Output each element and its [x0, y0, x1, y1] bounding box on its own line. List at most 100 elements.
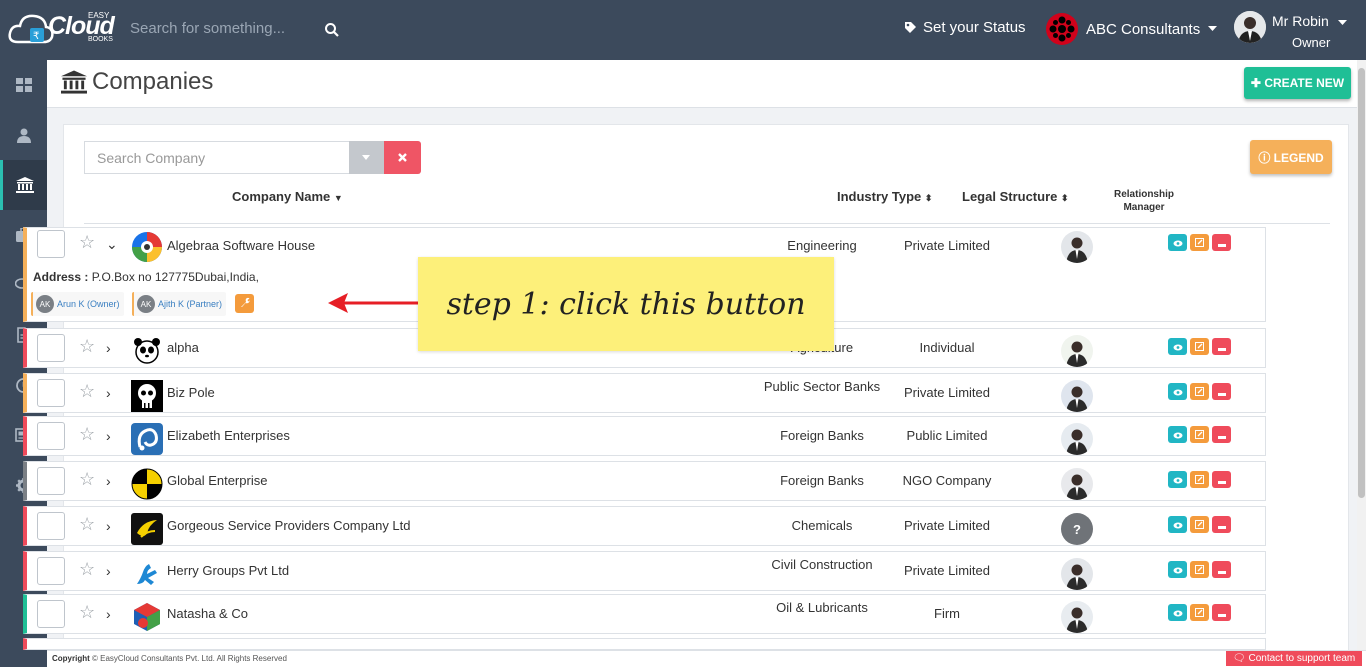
favorite-star-icon[interactable]: ☆ — [79, 336, 95, 357]
create-new-button[interactable]: ✚ CREATE NEW — [1244, 67, 1351, 99]
edit-button[interactable] — [1190, 338, 1209, 355]
delete-button[interactable] — [1212, 234, 1231, 251]
relationship-manager-avatar[interactable] — [1061, 335, 1093, 367]
edit-icon — [1195, 342, 1204, 351]
contact-chip[interactable]: AK Ajith K (Partner) — [132, 292, 227, 316]
rm-header-line2: Manager — [1123, 202, 1165, 213]
delete-button[interactable] — [1212, 471, 1231, 488]
table-row[interactable]: ☆ › Gorgeous Service Providers Company Ltd… — [23, 506, 1266, 546]
favorite-star-icon[interactable]: ☆ — [79, 602, 95, 623]
view-button[interactable] — [1168, 338, 1187, 355]
company-name[interactable]: Elizabeth Enterprises — [167, 428, 290, 443]
relationship-manager-avatar[interactable] — [1061, 601, 1093, 633]
row-checkbox[interactable] — [37, 334, 65, 362]
page-header: Companies ✚ CREATE NEW — [47, 60, 1357, 108]
search-dropdown-button[interactable] — [349, 141, 384, 174]
relationship-manager-avatar[interactable] — [1061, 231, 1093, 263]
contact-initials-avatar: AK — [36, 295, 54, 313]
search-icon[interactable] — [324, 22, 340, 38]
company-selector[interactable]: ABC Consultants — [1046, 13, 1218, 45]
row-checkbox[interactable] — [37, 422, 65, 450]
favorite-star-icon[interactable]: ☆ — [79, 559, 95, 580]
sidebar-item-companies[interactable] — [0, 160, 47, 210]
chevron-right-icon[interactable]: › — [106, 518, 111, 534]
edit-button[interactable] — [1190, 604, 1209, 621]
favorite-star-icon[interactable]: ☆ — [79, 469, 95, 490]
table-row[interactable]: ☆ › Elizabeth Enterprises Foreign Banks Publ… — [23, 416, 1266, 456]
relationship-manager-avatar[interactable] — [1061, 380, 1093, 412]
delete-button[interactable] — [1212, 383, 1231, 400]
chevron-right-icon[interactable]: › — [106, 563, 111, 579]
delete-button[interactable] — [1212, 516, 1231, 533]
favorite-star-icon[interactable]: ☆ — [79, 424, 95, 445]
column-header-legal-structure[interactable]: Legal Structure ⬍ — [962, 189, 1069, 204]
row-checkbox[interactable] — [37, 600, 65, 628]
relationship-manager-avatar[interactable] — [1061, 423, 1093, 455]
delete-button[interactable] — [1212, 338, 1231, 355]
view-button[interactable] — [1168, 604, 1187, 621]
column-header-industry-type[interactable]: Industry Type ⬍ — [837, 189, 932, 204]
row-checkbox[interactable] — [37, 557, 65, 585]
favorite-star-icon[interactable]: ☆ — [79, 381, 95, 402]
table-row[interactable]: ☆ › Biz Pole Public Sector Banks Private Lim… — [23, 373, 1266, 413]
company-name[interactable]: alpha — [167, 340, 199, 355]
contact-chip[interactable]: AK Arun K (Owner) — [31, 292, 124, 316]
row-checkbox[interactable] — [37, 230, 65, 258]
page-scrollbar[interactable] — [1357, 60, 1366, 650]
unknown-avatar-icon: ? — [1061, 513, 1093, 545]
set-status-button[interactable]: Set your Status — [904, 19, 1026, 36]
table-row[interactable]: ☆ › Global Enterprise Foreign Banks NGO Comp… — [23, 461, 1266, 501]
company-name[interactable]: Natasha & Co — [167, 606, 248, 621]
clear-search-button[interactable] — [384, 141, 421, 174]
company-logo — [131, 558, 163, 590]
edit-button[interactable] — [1190, 516, 1209, 533]
edit-button[interactable] — [1190, 234, 1209, 251]
table-row[interactable]: ☆ › Herry Groups Pvt Ltd Civil Construction… — [23, 551, 1266, 591]
chevron-right-icon[interactable]: › — [106, 473, 111, 489]
favorite-star-icon[interactable]: ☆ — [79, 232, 95, 253]
row-checkbox[interactable] — [37, 379, 65, 407]
row-checkbox[interactable] — [37, 467, 65, 495]
manage-contacts-button[interactable] — [235, 294, 254, 313]
sidebar-item-users[interactable] — [0, 110, 47, 160]
chevron-down-icon[interactable]: ⌄ — [106, 236, 118, 253]
table-row[interactable]: ☆ › Natasha & Co Oil & Lubricants Firm — [23, 594, 1266, 634]
favorite-star-icon[interactable]: ☆ — [79, 514, 95, 535]
relationship-manager-avatar[interactable] — [1061, 468, 1093, 500]
company-name[interactable]: Gorgeous Service Providers Company Ltd — [167, 518, 411, 533]
global-search-input[interactable]: Search for something... — [130, 20, 330, 37]
view-button[interactable] — [1168, 234, 1187, 251]
contact-initials-avatar: AK — [137, 295, 155, 313]
chevron-right-icon[interactable]: › — [106, 428, 111, 444]
sidebar-item-dashboard[interactable] — [0, 60, 47, 110]
wrench-icon — [241, 297, 250, 307]
scrollbar-thumb[interactable] — [1358, 68, 1365, 498]
edit-button[interactable] — [1190, 561, 1209, 578]
view-button[interactable] — [1168, 561, 1187, 578]
bank-icon — [16, 177, 34, 193]
chevron-right-icon[interactable]: › — [106, 385, 111, 401]
chevron-right-icon[interactable]: › — [106, 606, 111, 622]
edit-button[interactable] — [1190, 426, 1209, 443]
edit-button[interactable] — [1190, 383, 1209, 400]
delete-button[interactable] — [1212, 604, 1231, 621]
company-name[interactable]: Biz Pole — [167, 385, 215, 400]
contact-support-button[interactable]: 🗨 Contact to support team — [1226, 651, 1362, 666]
search-company-input[interactable]: Search Company — [84, 141, 350, 174]
view-button[interactable] — [1168, 383, 1187, 400]
legend-button[interactable]: ⓘ LEGEND — [1250, 140, 1332, 174]
company-name[interactable]: Herry Groups Pvt Ltd — [167, 563, 289, 578]
row-checkbox[interactable] — [37, 512, 65, 540]
edit-button[interactable] — [1190, 471, 1209, 488]
app-logo[interactable]: ₹ Cloud EASY BOOKS — [8, 6, 120, 52]
view-button[interactable] — [1168, 471, 1187, 488]
view-button[interactable] — [1168, 426, 1187, 443]
company-name[interactable]: Global Enterprise — [167, 473, 267, 488]
company-name[interactable]: Algebraa Software House — [167, 238, 315, 253]
delete-button[interactable] — [1212, 561, 1231, 578]
view-button[interactable] — [1168, 516, 1187, 533]
relationship-manager-avatar[interactable] — [1061, 558, 1093, 590]
chevron-right-icon[interactable]: › — [106, 340, 111, 356]
column-header-company-name[interactable]: Company Name ▼ — [232, 189, 343, 204]
delete-button[interactable] — [1212, 426, 1231, 443]
